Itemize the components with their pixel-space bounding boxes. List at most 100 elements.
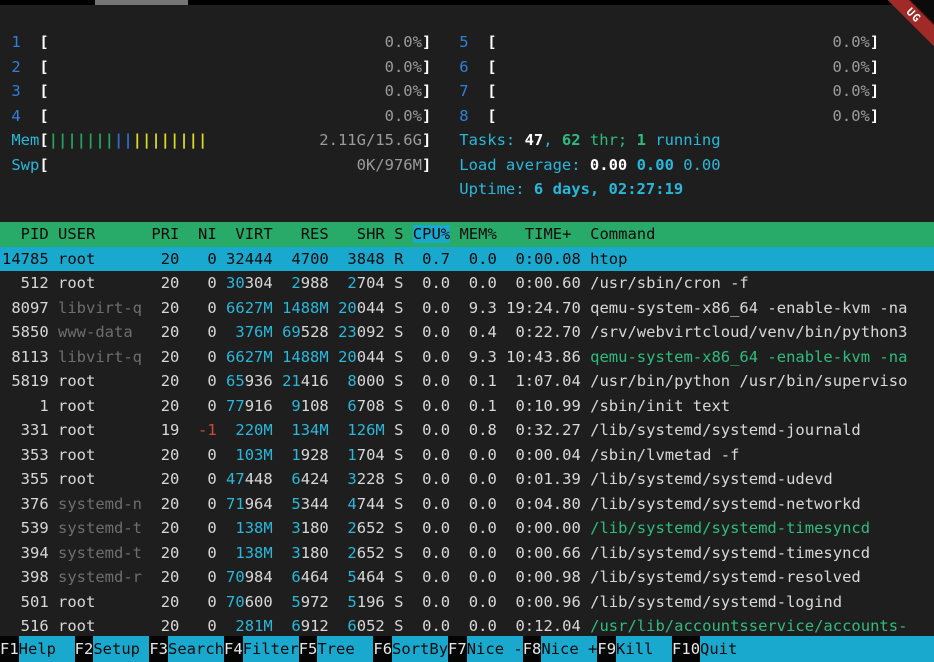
load-average-line: Load average: 0.00 0.00 0.00 xyxy=(459,153,879,178)
text-segment xyxy=(329,617,338,635)
process-row-1[interactable]: 1 root 20 0 77916 9108 6708 S 0.0 0.1 0:… xyxy=(2,394,934,419)
fkey-f8[interactable]: F8Nice + xyxy=(523,636,598,662)
text-segment xyxy=(49,568,58,586)
fkey-label: Quit xyxy=(700,636,934,662)
time-cell: 0:00.00 xyxy=(506,519,581,537)
process-row-331[interactable]: 331 root 19 -1 220M 134M 126M S 0.0 0.8 … xyxy=(2,418,934,443)
process-row-5819[interactable]: 5819 root 20 0 65936 21416 8000 S 0.0 0.… xyxy=(2,369,934,394)
text-segment xyxy=(497,446,506,464)
text-segment xyxy=(217,495,226,513)
column-header-virt[interactable]: VIRT xyxy=(226,225,273,243)
text-segment xyxy=(49,519,58,537)
process-row-516[interactable]: 516 root 20 0 281M 6912 6052 S 0.0 0.0 0… xyxy=(2,614,934,639)
column-header-pri[interactable]: PRI xyxy=(151,225,179,243)
process-row-355[interactable]: 355 root 20 0 47448 6424 3228 S 0.0 0.0 … xyxy=(2,467,934,492)
text-segment xyxy=(581,250,590,268)
shr-cell: 744 xyxy=(357,495,385,513)
fkey-number: F6 xyxy=(373,636,392,662)
priority-cell: 20 xyxy=(151,446,179,464)
fkey-f10[interactable]: F10Quit xyxy=(672,636,934,662)
mem-percent-cell: 0.1 xyxy=(459,372,496,390)
process-row-501[interactable]: 501 root 20 0 70600 5972 5196 S 0.0 0.0 … xyxy=(2,590,934,615)
process-row-512[interactable]: 512 root 20 0 30304 2988 2704 S 0.0 0.0 … xyxy=(2,271,934,296)
column-header-command[interactable]: Command xyxy=(590,225,655,243)
fkey-f3[interactable]: F3Search xyxy=(149,636,224,662)
process-row-8113[interactable]: 8113 libvirt-q 20 0 6627M 1488M 20044 S … xyxy=(2,345,934,370)
cpu-meter-number: 4 xyxy=(2,107,39,125)
memory-meter-label: Mem xyxy=(2,131,39,149)
text-segment xyxy=(273,593,282,611)
process-row-353[interactable]: 353 root 20 0 103M 1928 1704 S 0.0 0.0 0… xyxy=(2,443,934,468)
nice-cell: 0 xyxy=(189,593,217,611)
process-row-8097[interactable]: 8097 libvirt-q 20 0 6627M 1488M 20044 S … xyxy=(2,296,934,321)
shr-cell: 000 xyxy=(357,372,385,390)
text-segment xyxy=(403,372,412,390)
user-cell: root xyxy=(58,250,142,268)
command-cell: /lib/systemd/systemd-timesyncd xyxy=(590,544,870,562)
text-segment xyxy=(581,495,590,513)
pid-cell: 355 xyxy=(2,470,49,488)
virt-cell: 77 xyxy=(226,397,245,415)
fkey-f4[interactable]: F4Filter xyxy=(224,636,299,662)
user-cell: libvirt-q xyxy=(58,348,142,366)
shr-cell: 2 xyxy=(338,544,357,562)
meter-bracket: ] xyxy=(422,131,431,149)
text-segment xyxy=(142,421,151,439)
nice-cell: 0 xyxy=(189,617,217,635)
window-tab-fragment xyxy=(95,0,188,5)
cpu-meter-value: 0.0% xyxy=(49,58,422,76)
text-segment xyxy=(581,421,590,439)
meter-bracket: [ xyxy=(39,33,48,51)
column-header-user[interactable]: USER xyxy=(58,225,142,243)
text-segment xyxy=(179,250,188,268)
fkey-f2[interactable]: F2Setup xyxy=(75,636,150,662)
column-header-shr[interactable]: SHR xyxy=(338,225,385,243)
priority-cell: 20 xyxy=(151,250,179,268)
process-row-398[interactable]: 398 systemd-r 20 0 70984 6464 5464 S 0.0… xyxy=(2,565,934,590)
shr-cell: 4 xyxy=(338,495,357,513)
process-row-376[interactable]: 376 systemd-n 20 0 71964 5344 4744 S 0.0… xyxy=(2,492,934,517)
virt-cell: 448 xyxy=(245,470,273,488)
res-cell: 9 xyxy=(282,397,301,415)
fkey-f5[interactable]: F5Tree xyxy=(299,636,374,662)
fkey-f9[interactable]: F9Kill xyxy=(597,636,672,662)
priority-cell: 20 xyxy=(151,593,179,611)
column-header-time[interactable]: TIME+ xyxy=(506,225,581,243)
process-row-14785[interactable]: 14785 root 20 0 32444 4700 3848 R 0.7 0.… xyxy=(0,247,934,272)
pid-cell: 5850 xyxy=(2,323,49,341)
user-cell: systemd-t xyxy=(58,519,142,537)
process-row-5850[interactable]: 5850 www-data 20 0 376M 69528 23092 S 0.… xyxy=(2,320,934,345)
res-cell: 1 xyxy=(282,446,301,464)
nice-cell: 0 xyxy=(189,568,217,586)
text-segment xyxy=(217,299,226,317)
text-segment xyxy=(329,274,338,292)
text-segment xyxy=(142,446,151,464)
column-header-mem[interactable]: MEM% xyxy=(459,225,496,243)
shr-cell: 3 xyxy=(338,470,357,488)
mem-percent-cell: 0.0 xyxy=(459,274,496,292)
nice-cell: 0 xyxy=(189,397,217,415)
virt-cell: 984 xyxy=(245,568,273,586)
text-segment xyxy=(403,446,412,464)
user-cell: www-data xyxy=(58,323,142,341)
shr-cell: 052 xyxy=(357,617,385,635)
res-cell: 912 xyxy=(301,617,329,635)
text-segment xyxy=(273,446,282,464)
column-header-res[interactable]: RES xyxy=(282,225,329,243)
process-row-394[interactable]: 394 systemd-t 20 0 138M 3180 2652 S 0.0 … xyxy=(2,541,934,566)
process-row-539[interactable]: 539 systemd-t 20 0 138M 3180 2652 S 0.0 … xyxy=(2,516,934,541)
fkey-f7[interactable]: F7Nice - xyxy=(448,636,523,662)
fkey-f6[interactable]: F6SortBy xyxy=(373,636,448,662)
column-header-ni[interactable]: NI xyxy=(189,225,217,243)
text-segment xyxy=(49,348,58,366)
column-header-cpu[interactable]: CPU% xyxy=(413,225,450,243)
header-gap xyxy=(217,225,226,243)
res-cell: 528 xyxy=(301,323,329,341)
text-segment xyxy=(581,348,590,366)
fkey-f1[interactable]: F1Help xyxy=(0,636,75,662)
column-header-pid[interactable]: PID xyxy=(2,225,49,243)
load-5min: 0.00 xyxy=(637,156,684,174)
meter-bracket: ] xyxy=(422,33,431,51)
text-segment xyxy=(581,617,590,635)
text-segment xyxy=(385,617,394,635)
